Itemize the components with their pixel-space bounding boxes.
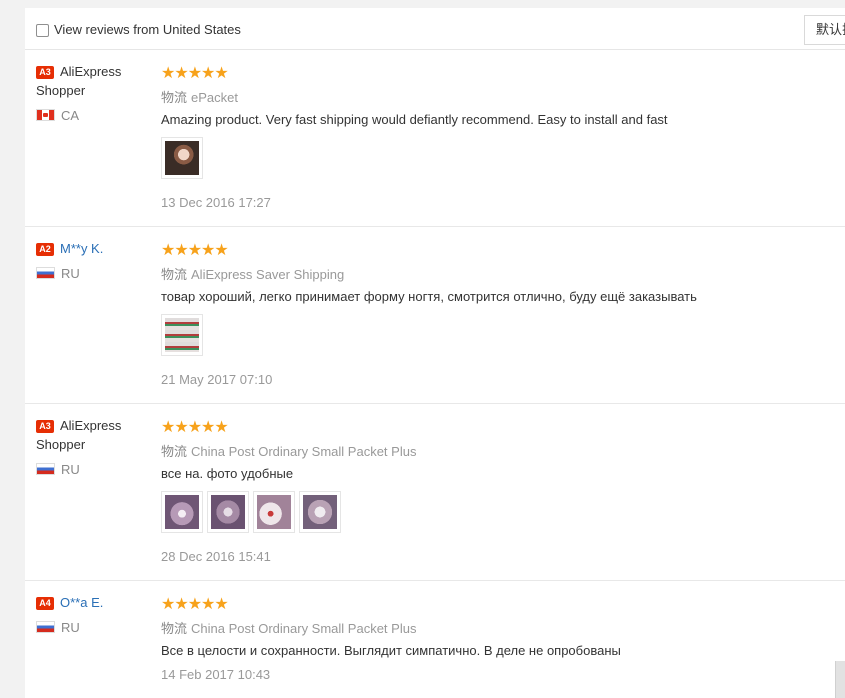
review-text: Amazing product. Very fast shipping woul…	[161, 112, 668, 127]
filter-bar: View reviews from United States 默认排序	[25, 8, 845, 50]
buyer-level-badge: A3	[36, 420, 54, 433]
reviewer-country: CA	[36, 108, 146, 124]
star-rating: ★★★★★	[161, 65, 229, 82]
review-date: 14 Feb 2017 10:43	[161, 667, 271, 682]
star-rating: ★★★★★	[161, 419, 229, 436]
reviews-panel: View reviews from United States 默认排序 A3A…	[25, 8, 845, 698]
us-reviews-label[interactable]: View reviews from United States	[54, 22, 241, 37]
review-item: A3 AliExpress Shopper RU ★★★★★ 物流 China Po…	[25, 404, 845, 581]
scrollbar-thumb[interactable]	[835, 661, 845, 698]
review-text: все на. фото удобные	[161, 466, 294, 481]
review-date: 13 Dec 2016 17:27	[161, 195, 271, 210]
shipping-method: 物流 China Post Ordinary Small Packet Plus	[161, 621, 417, 636]
reviewer-name[interactable]: A2 M**y K.	[36, 239, 146, 258]
review-text: Все в целости и сохранности. Выглядит си…	[161, 643, 621, 658]
review-photos	[161, 137, 207, 181]
review-photo-thumbnail[interactable]	[253, 491, 295, 533]
reviewer-info: A2 M**y K. RU	[36, 239, 146, 282]
buyer-level-badge: A2	[36, 243, 54, 256]
reviewer-country: RU	[36, 462, 146, 478]
us-reviews-checkbox[interactable]	[36, 24, 49, 37]
reviewer-name[interactable]: A4 O**a E.	[36, 593, 146, 612]
buyer-level-badge: A3	[36, 66, 54, 79]
russia-flag-icon	[36, 621, 55, 633]
reviewer-info: A3 AliExpress Shopper CA	[36, 62, 146, 124]
review-photo-thumbnail[interactable]	[207, 491, 249, 533]
review-text: товар хороший, легко принимает форму ног…	[161, 289, 697, 304]
russia-flag-icon	[36, 267, 55, 279]
buyer-level-badge: A4	[36, 597, 54, 610]
review-item: A3 AliExpress Shopper CA ★★★★★ 物流 ePacket …	[25, 50, 845, 227]
review-photo-thumbnail[interactable]	[161, 491, 203, 533]
review-photo-thumbnail[interactable]	[299, 491, 341, 533]
review-photo-thumbnail[interactable]	[161, 137, 203, 179]
star-rating: ★★★★★	[161, 242, 229, 259]
shipping-method: 物流 AliExpress Saver Shipping	[161, 267, 345, 282]
sort-dropdown[interactable]: 默认排序	[804, 15, 845, 45]
reviewer-info: A4 O**a E. RU	[36, 593, 146, 636]
reviewer-info: A3 AliExpress Shopper RU	[36, 416, 146, 478]
canada-flag-icon	[36, 109, 55, 121]
review-date: 28 Dec 2016 15:41	[161, 549, 271, 564]
russia-flag-icon	[36, 463, 55, 475]
review-date: 21 May 2017 07:10	[161, 372, 273, 387]
star-rating: ★★★★★	[161, 596, 229, 613]
reviewer-country: RU	[36, 266, 146, 282]
shipping-method: 物流 China Post Ordinary Small Packet Plus	[161, 444, 417, 459]
reviewer-name: A3 AliExpress Shopper	[36, 418, 122, 452]
shipping-method: 物流 ePacket	[161, 90, 238, 105]
review-photos	[161, 491, 345, 535]
review-item: A4 O**a E. RU ★★★★★ 物流 China Post Ordinary…	[25, 581, 845, 698]
review-item: A2 M**y K. RU ★★★★★ 物流 AliExpress Saver Sh…	[25, 227, 845, 404]
reviewer-name: A3 AliExpress Shopper	[36, 64, 122, 98]
review-photo-thumbnail[interactable]	[161, 314, 203, 356]
reviewer-country: RU	[36, 620, 146, 636]
page-top-strip	[0, 0, 845, 8]
review-photos	[161, 314, 207, 358]
